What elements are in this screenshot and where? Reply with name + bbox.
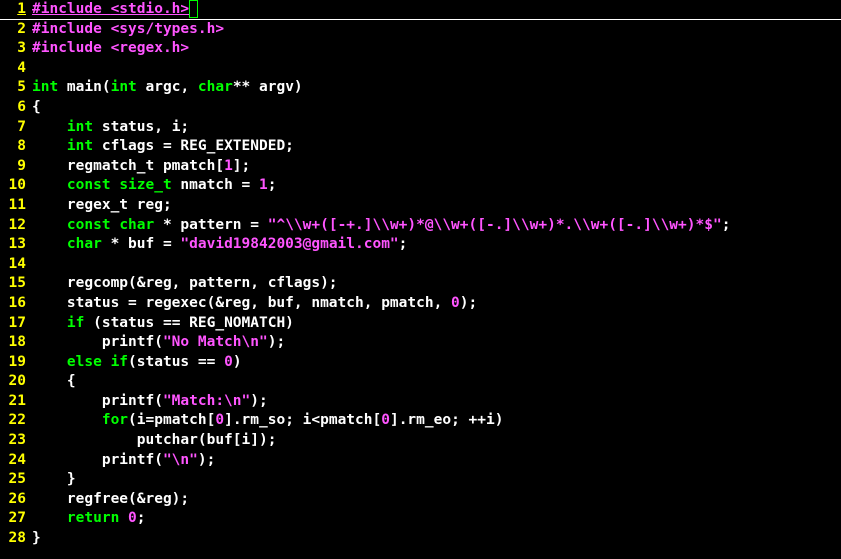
code-line[interactable]: 23 putchar(buf[i]);: [0, 431, 841, 451]
line-number: 18: [0, 333, 32, 353]
code-text[interactable]: regmatch_t pmatch[1];: [32, 157, 841, 177]
code-text[interactable]: const size_t nmatch = 1;: [32, 176, 841, 196]
line-number: 20: [0, 372, 32, 392]
line-number: 15: [0, 274, 32, 294]
code-line[interactable]: 6 {: [0, 98, 841, 118]
code-line[interactable]: 27 return 0;: [0, 509, 841, 529]
line-number: 21: [0, 392, 32, 412]
code-text[interactable]: printf("No Match\n");: [32, 333, 841, 353]
code-text[interactable]: status = regexec(&reg, buf, nmatch, pmat…: [32, 294, 841, 314]
code-line[interactable]: 12 const char * pattern = "^\\w+([-+.]\\…: [0, 216, 841, 236]
code-line[interactable]: 3 #include <regex.h>: [0, 39, 841, 59]
line-number: 6: [0, 98, 32, 118]
line-number: 4: [0, 59, 32, 79]
line-number: 27: [0, 509, 32, 529]
line-number: 9: [0, 157, 32, 177]
code-text[interactable]: regfree(&reg);: [32, 490, 841, 510]
line-number: 8: [0, 137, 32, 157]
code-line[interactable]: 22 for(i=pmatch[0].rm_so; i<pmatch[0].rm…: [0, 411, 841, 431]
line-number: 24: [0, 451, 32, 471]
line-number: 14: [0, 255, 32, 275]
code-line[interactable]: 17 if (status == REG_NOMATCH): [0, 314, 841, 334]
code-line[interactable]: 11 regex_t reg;: [0, 196, 841, 216]
line-number: 22: [0, 411, 32, 431]
line-number: 23: [0, 431, 32, 451]
code-text[interactable]: [32, 59, 841, 79]
code-line[interactable]: 28 }: [0, 529, 841, 549]
line-number: 12: [0, 216, 32, 236]
code-line[interactable]: 2 #include <sys/types.h>: [0, 20, 841, 40]
code-text[interactable]: regex_t reg;: [32, 196, 841, 216]
code-text[interactable]: int status, i;: [32, 118, 841, 138]
code-text[interactable]: else if(status == 0): [32, 353, 841, 373]
code-editor[interactable]: 1 #include <stdio.h> 2 #include <sys/typ…: [0, 0, 841, 559]
code-line[interactable]: 14: [0, 255, 841, 275]
code-text[interactable]: {: [32, 372, 841, 392]
code-line[interactable]: 19 else if(status == 0): [0, 353, 841, 373]
code-text[interactable]: }: [32, 470, 841, 490]
code-line[interactable]: 10 const size_t nmatch = 1;: [0, 176, 841, 196]
line-number: 25: [0, 470, 32, 490]
code-text[interactable]: printf("\n");: [32, 451, 841, 471]
line-number: 11: [0, 196, 32, 216]
code-line[interactable]: 4: [0, 59, 841, 79]
code-line[interactable]: 13 char * buf = "david19842003@gmail.com…: [0, 235, 841, 255]
line-number: 26: [0, 490, 32, 510]
text-cursor: [189, 0, 198, 18]
code-line[interactable]: 20 {: [0, 372, 841, 392]
code-text[interactable]: }: [32, 529, 841, 549]
code-line[interactable]: 8 int cflags = REG_EXTENDED;: [0, 137, 841, 157]
line-number: 13: [0, 235, 32, 255]
line-number: 3: [0, 39, 32, 59]
line-number: 19: [0, 353, 32, 373]
code-text[interactable]: #include <sys/types.h>: [32, 20, 841, 40]
code-text[interactable]: if (status == REG_NOMATCH): [32, 314, 841, 334]
code-line[interactable]: 21 printf("Match:\n");: [0, 392, 841, 412]
code-line[interactable]: 9 regmatch_t pmatch[1];: [0, 157, 841, 177]
code-line[interactable]: 18 printf("No Match\n");: [0, 333, 841, 353]
code-text[interactable]: #include <regex.h>: [32, 39, 841, 59]
code-text[interactable]: regcomp(&reg, pattern, cflags);: [32, 274, 841, 294]
code-line[interactable]: 7 int status, i;: [0, 118, 841, 138]
line-number: 17: [0, 314, 32, 334]
code-text[interactable]: putchar(buf[i]);: [32, 431, 841, 451]
line-number: 16: [0, 294, 32, 314]
line-number: 28: [0, 529, 32, 549]
code-line[interactable]: 25 }: [0, 470, 841, 490]
line-number: 7: [0, 118, 32, 138]
code-line[interactable]: 16 status = regexec(&reg, buf, nmatch, p…: [0, 294, 841, 314]
code-line[interactable]: 24 printf("\n");: [0, 451, 841, 471]
code-text[interactable]: const char * pattern = "^\\w+([-+.]\\w+)…: [32, 216, 841, 236]
code-text[interactable]: for(i=pmatch[0].rm_so; i<pmatch[0].rm_eo…: [32, 411, 841, 431]
line-number: 1: [0, 0, 32, 20]
line-number: 5: [0, 78, 32, 98]
code-text[interactable]: char * buf = "david19842003@gmail.com";: [32, 235, 841, 255]
code-text[interactable]: {: [32, 98, 841, 118]
code-line[interactable]: 15 regcomp(&reg, pattern, cflags);: [0, 274, 841, 294]
code-line[interactable]: 5 int main(int argc, char** argv): [0, 78, 841, 98]
code-text[interactable]: printf("Match:\n");: [32, 392, 841, 412]
code-text[interactable]: int cflags = REG_EXTENDED;: [32, 137, 841, 157]
code-text[interactable]: #include <stdio.h>: [32, 0, 841, 20]
code-text[interactable]: return 0;: [32, 509, 841, 529]
line-number: 2: [0, 20, 32, 40]
line-number: 10: [0, 176, 32, 196]
code-text[interactable]: [32, 255, 841, 275]
code-line[interactable]: 26 regfree(&reg);: [0, 490, 841, 510]
code-line[interactable]: 1 #include <stdio.h>: [0, 0, 841, 20]
code-text[interactable]: int main(int argc, char** argv): [32, 78, 841, 98]
